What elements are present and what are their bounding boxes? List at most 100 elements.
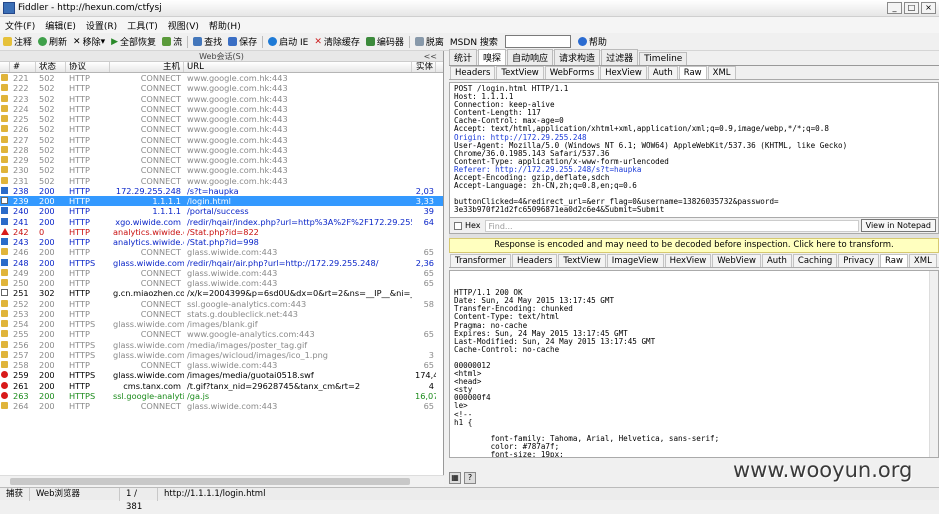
- tab-timeline[interactable]: Timeline: [639, 52, 688, 65]
- find-input[interactable]: Find...: [484, 219, 859, 232]
- session-row[interactable]: 241 200 HTTP xgo.wiwide.com/redir/hqair/ind…: [0, 217, 443, 227]
- process-filter[interactable]: Web浏览器: [30, 487, 121, 501]
- session-row[interactable]: 226 502 HTTP CONNECT www.google.com.hk:443: [0, 124, 443, 134]
- stream-button[interactable]: 流: [159, 35, 185, 48]
- clear-cache-button[interactable]: ✕ 清除缓存: [311, 35, 363, 49]
- layout-icon[interactable]: ▦: [449, 472, 461, 484]
- tab-statistics[interactable]: 统计: [449, 49, 478, 65]
- tab-response-raw[interactable]: Raw: [880, 254, 908, 267]
- horizontal-scrollbar[interactable]: [0, 475, 444, 487]
- hex-toggle[interactable]: Hex: [450, 221, 485, 230]
- session-row[interactable]: 231 502 HTTP CONNECT www.google.com.hk:443: [0, 176, 443, 186]
- session-row[interactable]: 248 200 HTTPS glass.wiwide.com/redir/hqair/…: [0, 258, 443, 268]
- tab-response-privacy[interactable]: Privacy: [838, 254, 880, 267]
- session-row[interactable]: 239 200 HTTP 1.1.1.1/login.html 3,33: [0, 196, 443, 207]
- resume-all-button[interactable]: ▶ 全部恢复: [108, 35, 159, 49]
- tab-response-textview[interactable]: TextView: [558, 254, 606, 267]
- tab-request-hexview[interactable]: HexView: [600, 66, 647, 79]
- session-row[interactable]: 242 0 HTTP analytics.wiwide.com/Stat.php?id…: [0, 227, 443, 237]
- hex-checkbox[interactable]: [454, 221, 462, 230]
- tearoff-button[interactable]: 脱离: [412, 35, 447, 48]
- view-in-notepad-button[interactable]: View in Notepad: [860, 219, 936, 232]
- session-row[interactable]: 225 502 HTTP CONNECT www.google.com.hk:443: [0, 114, 443, 124]
- tab-filters[interactable]: 过滤器: [601, 49, 639, 65]
- session-row[interactable]: 228 502 HTTP CONNECT www.google.com.hk:443: [0, 145, 443, 155]
- session-row[interactable]: 257 200 HTTPS glass.wiwide.com/images/wiclo…: [0, 350, 443, 360]
- tab-request-raw[interactable]: Raw: [678, 66, 707, 79]
- session-row[interactable]: 243 200 HTTP analytics.wiwide.com/Stat.php?…: [0, 237, 443, 247]
- maximize-icon[interactable]: □: [904, 2, 919, 14]
- msdn-search-input[interactable]: [504, 35, 571, 48]
- remove-button[interactable]: ✕ 移除 ▾: [70, 35, 108, 49]
- column-protocol[interactable]: 协议: [66, 62, 110, 72]
- tab-request-headers[interactable]: Headers: [450, 66, 496, 79]
- column-host[interactable]: 主机: [110, 62, 184, 72]
- session-row[interactable]: 256 200 HTTPS glass.wiwide.com/media/images…: [0, 340, 443, 350]
- session-row[interactable]: 259 200 HTTPS glass.wiwide.com/images/media…: [0, 370, 443, 380]
- tab-response-webview[interactable]: WebView: [712, 254, 761, 267]
- session-row[interactable]: 249 200 HTTP CONNECT glass.wiwide.com:443 65: [0, 268, 443, 278]
- save-button[interactable]: 保存: [225, 35, 260, 48]
- session-row[interactable]: 224 502 HTTP CONNECT www.google.com.hk:443: [0, 104, 443, 114]
- launch-ie-button[interactable]: 启动 IE: [265, 35, 311, 48]
- capture-status[interactable]: 捕获: [0, 487, 31, 501]
- tab-response-caching[interactable]: Caching: [792, 254, 838, 267]
- tab-request-xml[interactable]: XML: [707, 66, 736, 79]
- session-row[interactable]: 263 200 HTTPS ssl.google-analytics.../ga.js…: [0, 391, 443, 401]
- menu-tools[interactable]: 工具(T): [122, 19, 163, 32]
- column-number[interactable]: #: [10, 62, 36, 72]
- minimize-icon[interactable]: _: [887, 2, 902, 14]
- session-row[interactable]: 223 502 HTTP CONNECT www.google.com.hk:443: [0, 94, 443, 104]
- session-row[interactable]: 261 200 HTTP cms.tanx.com/t.gif?tanx_nid=29…: [0, 381, 443, 391]
- menu-help[interactable]: 帮助(H): [204, 19, 246, 32]
- tab-response-auth[interactable]: Auth: [761, 254, 792, 267]
- help-circle-icon[interactable]: ?: [464, 472, 476, 484]
- tab-inspectors[interactable]: 嗅探: [478, 49, 507, 65]
- session-row[interactable]: 250 200 HTTP CONNECT glass.wiwide.com:443 65: [0, 278, 443, 288]
- session-row[interactable]: 240 200 HTTP 1.1.1.1/portal/success 39: [0, 206, 443, 216]
- menu-file[interactable]: 文件(F): [0, 19, 40, 32]
- collapse-button[interactable]: <<: [424, 51, 437, 62]
- refresh-button[interactable]: 刷新: [35, 35, 70, 48]
- session-row[interactable]: 238 200 HTTP 172.29.255.248/s?t=haupka 2,03: [0, 186, 443, 196]
- session-row[interactable]: 229 502 HTTP CONNECT www.google.com.hk:443: [0, 155, 443, 165]
- tab-response-transformer[interactable]: Transformer: [450, 254, 512, 267]
- help-button[interactable]: 帮助: [575, 35, 610, 48]
- session-row[interactable]: 221 502 HTTP CONNECT www.google.com.hk:443: [0, 73, 443, 83]
- column-icon[interactable]: [0, 62, 10, 72]
- encoding-warning-bar[interactable]: Response is encoded and may need to be d…: [449, 238, 939, 253]
- find-button[interactable]: 查找: [190, 35, 225, 48]
- tab-response-hexview[interactable]: HexView: [664, 254, 712, 267]
- tab-response-imageview[interactable]: ImageView: [606, 254, 664, 267]
- tab-request-webforms[interactable]: WebForms: [544, 66, 600, 79]
- tab-composer[interactable]: 请求构造: [554, 49, 601, 65]
- close-icon[interactable]: ×: [921, 2, 936, 14]
- session-row[interactable]: 252 200 HTTP CONNECT ssl.google-analytics.co…: [0, 299, 443, 309]
- session-row[interactable]: 255 200 HTTP CONNECT www.google-analytics.co…: [0, 329, 443, 339]
- session-row[interactable]: 258 200 HTTP CONNECT glass.wiwide.com:443 65: [0, 360, 443, 370]
- session-row[interactable]: 246 200 HTTP CONNECT glass.wiwide.com:443 65: [0, 247, 443, 257]
- tab-autoresponder[interactable]: 自动响应: [507, 49, 554, 65]
- session-row[interactable]: 227 502 HTTP CONNECT www.google.com.hk:443: [0, 135, 443, 145]
- session-row[interactable]: 230 502 HTTP CONNECT www.google.com.hk:443: [0, 165, 443, 175]
- comment-button[interactable]: 注释: [0, 35, 35, 48]
- column-url[interactable]: URL: [184, 62, 412, 72]
- tab-response-headers[interactable]: Headers: [512, 254, 558, 267]
- request-raw-view[interactable]: POST /login.html HTTP/1.1 Host: 1.1.1.1 Co…: [449, 82, 939, 218]
- session-row[interactable]: 264 200 HTTP CONNECT glass.wiwide.com:443 65: [0, 401, 443, 411]
- column-body[interactable]: 实体: [412, 62, 436, 72]
- menu-edit[interactable]: 编辑(E): [40, 19, 81, 32]
- menu-view[interactable]: 视图(V): [163, 19, 204, 32]
- menu-rules[interactable]: 设置(R): [81, 19, 122, 32]
- session-row[interactable]: 253 200 HTTP CONNECT stats.g.doubleclick.net…: [0, 309, 443, 319]
- vertical-scrollbar[interactable]: [929, 271, 938, 457]
- tab-request-auth[interactable]: Auth: [647, 66, 678, 79]
- session-row[interactable]: 251 302 HTTP g.cn.miaozhen.com/x/k=2004399&…: [0, 288, 443, 298]
- session-row[interactable]: 254 200 HTTPS glass.wiwide.com/images/blank…: [0, 319, 443, 329]
- tab-request-textview[interactable]: TextView: [496, 66, 544, 79]
- scrollbar-thumb[interactable]: [10, 478, 410, 485]
- tab-response-xml[interactable]: XML: [908, 254, 937, 267]
- column-status[interactable]: 状态: [36, 62, 66, 72]
- encoder-button[interactable]: 编码器: [363, 35, 407, 48]
- session-row[interactable]: 222 502 HTTP CONNECT www.google.com.hk:443: [0, 83, 443, 93]
